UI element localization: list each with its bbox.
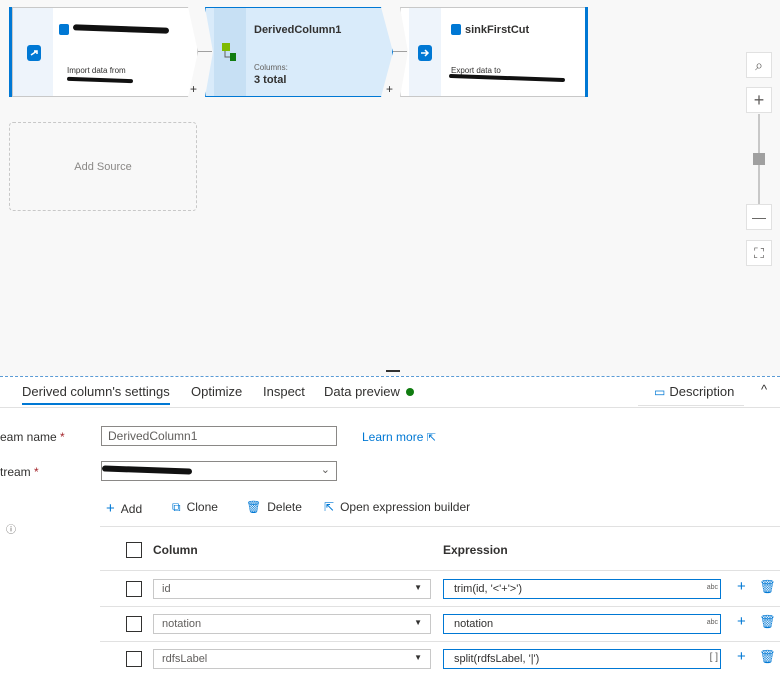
stream-name-input[interactable]: DerivedColumn1 — [101, 426, 337, 446]
delete-button[interactable]: 🗑 Delete — [246, 500, 302, 514]
expression-header: Expression — [443, 543, 508, 557]
row-checkbox[interactable] — [126, 581, 142, 597]
resize-handle[interactable] — [386, 370, 400, 372]
learn-more-link[interactable]: Learn more ⇱ — [362, 430, 436, 444]
database-icon — [59, 24, 69, 35]
fit-view-button[interactable]: ⛶ — [746, 240, 772, 266]
sink-icon — [418, 45, 432, 61]
minus-icon: — — [752, 209, 766, 225]
add-after-derived-button[interactable]: + — [386, 82, 393, 96]
tabs-divider — [0, 407, 780, 408]
zoom-out-button[interactable]: — — [746, 204, 772, 230]
derived-node[interactable]: DerivedColumn1 Columns: 3 total — [205, 7, 393, 97]
zoom-slider-thumb[interactable] — [753, 153, 765, 165]
expression-input[interactable]: trim(id, '<'+'>') abc — [443, 579, 721, 599]
source-edge — [9, 7, 12, 97]
zoom-in-button[interactable]: + — [746, 87, 772, 113]
clone-button[interactable]: ⧉ Clone — [172, 500, 218, 515]
clone-icon: ⧉ — [172, 500, 181, 514]
column-header: Column — [153, 543, 198, 557]
sink-edge — [585, 7, 588, 97]
caret-down-icon: ▼ — [414, 653, 422, 662]
add-row-icon[interactable]: + — [737, 578, 746, 595]
derived-columns-value: 3 total — [254, 74, 287, 86]
add-button[interactable]: + Add — [106, 500, 142, 517]
info-icon: ⓘ — [6, 525, 16, 536]
type-badge: [ ] — [709, 652, 718, 663]
table-header-border — [100, 570, 780, 571]
add-row-icon[interactable]: + — [737, 613, 746, 630]
search-icon: ⌕ — [755, 56, 763, 73]
delete-row-icon[interactable]: 🗑 — [759, 649, 776, 665]
connector — [393, 51, 407, 52]
open-icon: ⇱ — [324, 500, 335, 514]
add-source-button[interactable]: Add Source — [9, 122, 197, 211]
delete-row-icon[interactable]: 🗑 — [759, 579, 776, 595]
expression-input[interactable]: notation abc — [443, 614, 721, 634]
stream-name-label: eam name * — [0, 430, 65, 444]
collapse-button[interactable]: ^ — [761, 382, 767, 397]
select-all-checkbox[interactable] — [126, 542, 142, 558]
tab-data-preview-label: Data preview — [324, 384, 400, 399]
redacted-subtitle — [66, 76, 134, 84]
derived-title: DerivedColumn1 — [254, 24, 342, 36]
plus-icon: + — [753, 89, 765, 110]
tab-settings[interactable]: Derived column's settings — [22, 384, 170, 405]
sink-node[interactable]: sinkFirstCut Export data to — [400, 7, 586, 97]
description-button[interactable]: ▭ Description — [638, 378, 744, 406]
panel-divider — [0, 376, 780, 377]
redacted-subtitle — [448, 73, 566, 83]
external-link-icon: ⇱ — [426, 432, 436, 444]
description-label: Description — [669, 384, 735, 399]
source-subtitle: Import data from — [67, 66, 126, 75]
column-select[interactable]: id ▼ — [153, 579, 431, 599]
type-badge: abc — [706, 584, 718, 591]
settings-tabs: Derived column's settings Optimize Inspe… — [0, 378, 780, 408]
row-checkbox[interactable] — [126, 651, 142, 667]
open-expression-builder-button[interactable]: ⇱ Open expression builder — [324, 500, 470, 514]
caret-down-icon: ▼ — [414, 618, 422, 627]
incoming-stream-select[interactable]: ⌄ — [101, 461, 337, 481]
sink-title: sinkFirstCut — [465, 24, 530, 36]
source-icon — [27, 45, 41, 61]
redacted-title — [72, 24, 170, 34]
fit-icon: ⛶ — [754, 244, 764, 261]
incoming-stream-label: tream * — [0, 465, 39, 479]
tab-data-preview[interactable]: Data preview — [324, 384, 414, 399]
chevron-up-icon: ^ — [761, 382, 768, 397]
add-after-source-button[interactable]: + — [190, 82, 197, 96]
add-row-icon[interactable]: + — [737, 648, 746, 665]
comment-icon: ▭ — [654, 385, 666, 399]
column-select[interactable]: notation ▼ — [153, 614, 431, 634]
type-badge: abc — [706, 619, 718, 626]
graph-canvas[interactable]: Import data from + DerivedColumn1 Column… — [0, 0, 780, 376]
derived-column-icon — [222, 43, 236, 61]
derived-columns-label: Columns: — [254, 63, 288, 72]
delete-row-icon[interactable]: 🗑 — [759, 614, 776, 630]
trash-icon: 🗑 — [246, 500, 262, 514]
row-border — [100, 641, 780, 642]
column-select[interactable]: rdfsLabel ▼ — [153, 649, 431, 669]
expression-input[interactable]: split(rdfsLabel, '|')[ ] — [443, 649, 721, 669]
tab-inspect[interactable]: Inspect — [263, 384, 305, 399]
source-node[interactable]: Import data from — [12, 7, 198, 97]
connector — [198, 51, 212, 52]
row-border — [100, 606, 780, 607]
search-button[interactable]: ⌕ — [746, 52, 772, 78]
add-icon: + — [106, 500, 115, 517]
caret-down-icon: ▼ — [414, 583, 422, 592]
tab-optimize[interactable]: Optimize — [191, 384, 242, 399]
status-ok-icon — [405, 388, 414, 396]
table-top-border — [100, 526, 780, 527]
redacted-stream — [101, 465, 193, 475]
database-icon — [451, 24, 461, 35]
chevron-down-icon: ⌄ — [320, 464, 330, 476]
row-checkbox[interactable] — [126, 616, 142, 632]
